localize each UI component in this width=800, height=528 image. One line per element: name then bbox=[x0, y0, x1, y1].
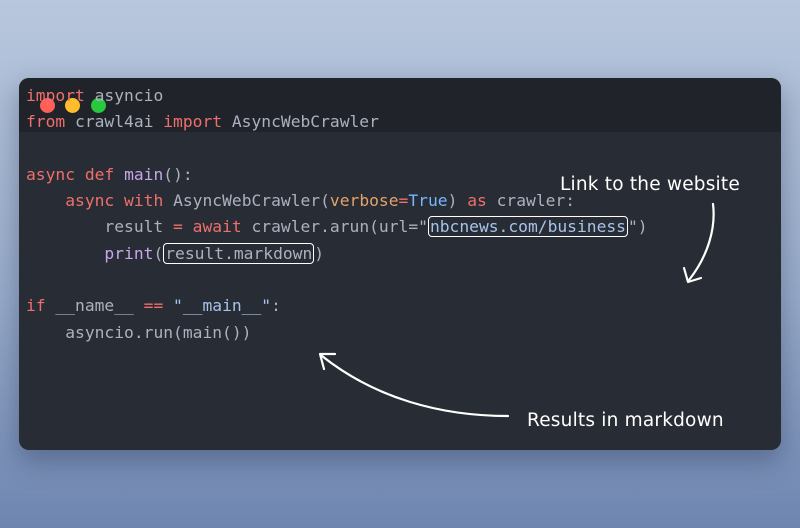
code-line-10: asyncio.run(main()) bbox=[26, 320, 648, 346]
code-function-name: print bbox=[104, 243, 154, 263]
code-keyword: import bbox=[26, 86, 85, 105]
results-annotation-label: Results in markdown bbox=[527, 410, 724, 431]
code-keyword: async bbox=[65, 191, 115, 211]
code-text: crawl4ai bbox=[65, 112, 164, 132]
code-text: ) bbox=[314, 243, 325, 263]
code-operator: == bbox=[143, 296, 164, 316]
code-keyword: with bbox=[124, 191, 164, 211]
code-operator: = bbox=[173, 217, 183, 237]
code-line-4: async def main(): bbox=[26, 162, 648, 188]
code-line-6: result = await crawler.arun(url=" nbcnews… bbox=[26, 214, 648, 240]
code-operator: = bbox=[398, 191, 409, 211]
code-text: AsyncWebCrawler( bbox=[173, 191, 330, 211]
code-text: ( bbox=[153, 243, 164, 263]
link-annotation-label: Link to the website bbox=[560, 174, 740, 195]
code-function-name: main bbox=[124, 164, 164, 184]
code-text: __name__ bbox=[45, 296, 144, 316]
code-block: import asyncio from crawl4ai import Async… bbox=[26, 83, 648, 346]
code-line-5: async with AsyncWebCrawler(verbose=True)… bbox=[26, 188, 648, 214]
code-text: asyncio.run(main()) bbox=[65, 322, 252, 342]
code-keyword: def bbox=[84, 164, 115, 184]
code-string: "__main__" bbox=[163, 296, 272, 316]
code-text: ") bbox=[627, 217, 648, 237]
code-text: ) bbox=[447, 191, 458, 211]
markdown-highlight-box: result.markdown bbox=[163, 242, 315, 264]
code-text: result bbox=[104, 217, 174, 237]
code-text: asyncio bbox=[84, 86, 164, 105]
code-line-9: if __name__ == "__main__": bbox=[26, 293, 648, 319]
code-text: crawler.arun(url=" bbox=[241, 217, 428, 237]
code-keyword: from bbox=[26, 112, 66, 132]
code-line-1: import asyncio bbox=[26, 83, 648, 109]
code-keyword: if bbox=[26, 296, 46, 316]
code-keyword: import bbox=[163, 112, 223, 132]
code-line-7: print(result.markdown) bbox=[26, 241, 648, 267]
code-keyword: as bbox=[467, 191, 487, 211]
code-boolean: True bbox=[408, 191, 448, 211]
code-line-2: from crawl4ai import AsyncWebCrawler bbox=[26, 109, 648, 135]
code-parameter: verbose bbox=[329, 191, 399, 211]
code-keyword: await bbox=[192, 217, 242, 237]
url-highlight-box: nbcnews.com/business bbox=[427, 216, 628, 238]
code-text: AsyncWebCrawler bbox=[222, 112, 379, 132]
code-keyword: async bbox=[26, 164, 76, 184]
code-text: : bbox=[271, 296, 281, 316]
code-text: (): bbox=[163, 164, 193, 184]
